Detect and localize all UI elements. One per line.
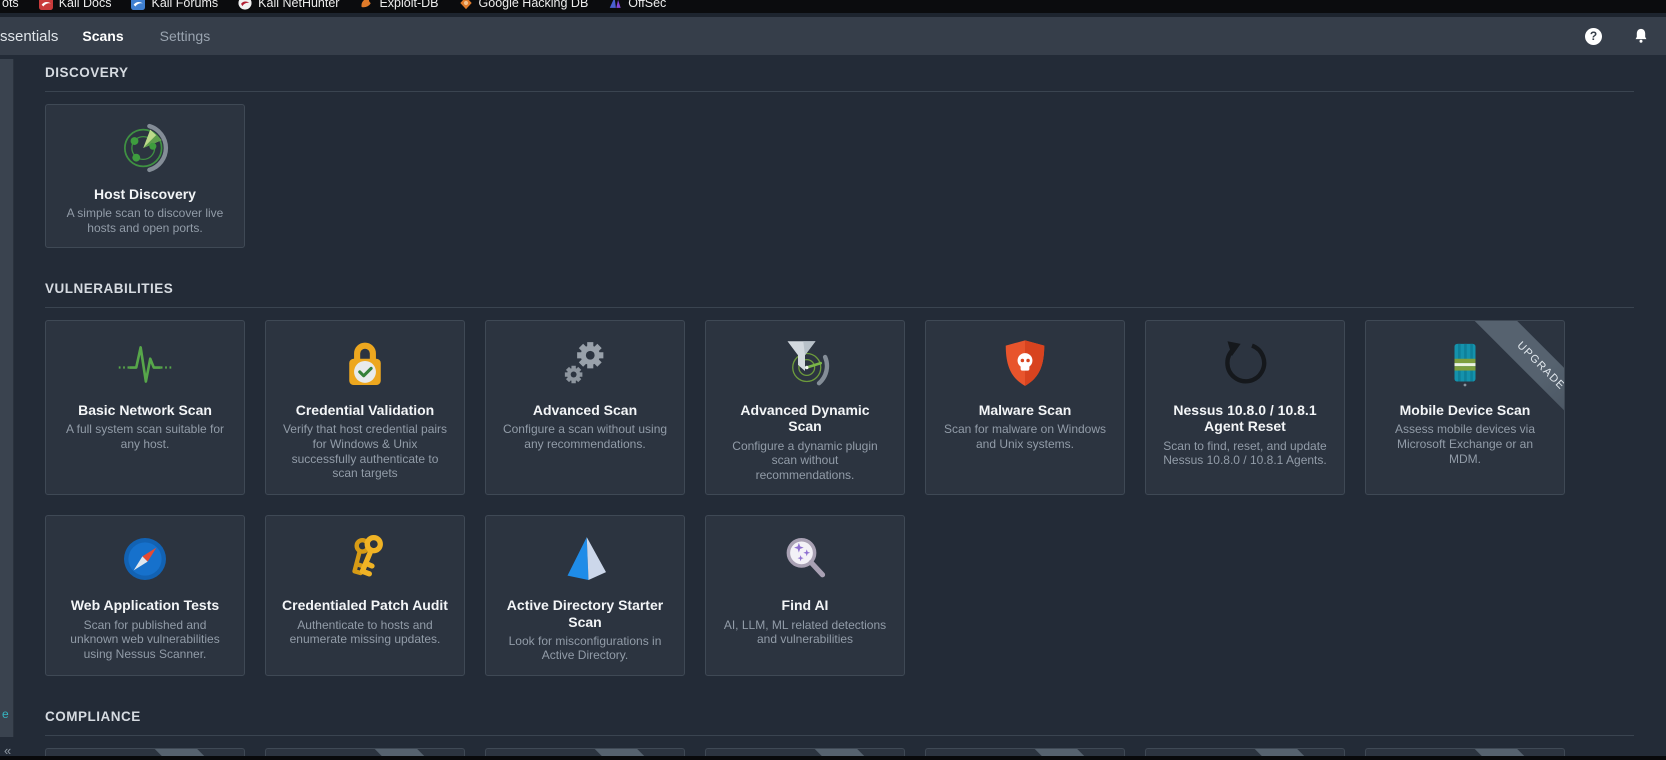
help-icon[interactable]: ?	[1585, 28, 1602, 45]
funnel-radar-icon	[716, 335, 894, 393]
mobile-phone-icon	[1376, 335, 1554, 393]
kali-nethunter-icon	[238, 0, 252, 10]
bookmark-label: Kali Docs	[59, 0, 112, 10]
card-title: Advanced Scan	[496, 402, 674, 418]
section-compliance: COMPLIANCE UPGRADE Audit Cloud Infrastru…	[45, 708, 1634, 760]
radar-icon	[56, 119, 234, 177]
sidebar-link-fragment[interactable]: e	[2, 707, 9, 721]
browser-bookmarks-bar: ots Kali Docs Kali Forums Kali NetHunter…	[0, 0, 1666, 13]
bookmark-label: Exploit-DB	[379, 0, 438, 10]
bookmark-offsec[interactable]: OffSec	[608, 0, 666, 10]
template-card-find-ai[interactable]: Find AI AI, LLM, ML related detections a…	[705, 515, 905, 675]
bookmark-label: ots	[2, 0, 19, 10]
bottom-edge-bar	[0, 756, 1666, 760]
card-title: Credentialed Patch Audit	[276, 597, 454, 613]
card-title: Nessus 10.8.0 / 10.8.1 Agent Reset	[1156, 402, 1334, 434]
bookmark-google-hacking-db[interactable]: Google Hacking DB	[459, 0, 589, 10]
kali-docs-icon	[39, 0, 53, 10]
card-title: Active Directory Starter Scan	[496, 597, 674, 629]
magnifier-sparkles-icon	[716, 530, 894, 588]
card-desc: Configure a dynamic plugin scan without …	[716, 439, 894, 483]
card-title: Find AI	[716, 597, 894, 613]
section-title: COMPLIANCE	[45, 709, 141, 724]
compass-icon	[56, 530, 234, 588]
card-title: Credential Validation	[276, 402, 454, 418]
exploit-db-icon	[359, 0, 373, 10]
bookmark-label: Google Hacking DB	[479, 0, 589, 10]
card-title: Web Application Tests	[56, 597, 234, 613]
template-card-nessus-agent-reset[interactable]: Nessus 10.8.0 / 10.8.1 Agent Reset Scan …	[1145, 320, 1345, 495]
template-card-active-directory-starter-scan[interactable]: Active Directory Starter Scan Look for m…	[485, 515, 685, 675]
brand-fragment: ssentials	[0, 28, 58, 45]
kali-forums-icon	[131, 0, 145, 10]
template-card-advanced-scan[interactable]: Advanced Scan Configure a scan without u…	[485, 320, 685, 495]
template-card-advanced-dynamic-scan[interactable]: Advanced Dynamic Scan Configure a dynami…	[705, 320, 905, 495]
template-card-credential-validation[interactable]: Credential Validation Verify that host c…	[265, 320, 465, 495]
card-desc: Authenticate to hosts and enumerate miss…	[276, 618, 454, 647]
tab-settings[interactable]: Settings	[160, 28, 211, 44]
scan-templates-page: DISCOVERY Host Discovery A simple scan t…	[45, 55, 1634, 760]
reset-arrow-icon	[1156, 335, 1334, 393]
card-desc: Look for misconfigurations in Active Dir…	[496, 634, 674, 663]
template-card-basic-network-scan[interactable]: Basic Network Scan A full system scan su…	[45, 320, 245, 495]
offsec-icon	[608, 0, 622, 10]
shield-skull-icon	[936, 335, 1114, 393]
card-desc: Scan to find, reset, and update Nessus 1…	[1156, 439, 1334, 468]
card-desc: AI, LLM, ML related detections and vulne…	[716, 618, 894, 647]
keys-icon	[276, 530, 454, 588]
template-card-web-application-tests[interactable]: Web Application Tests Scan for published…	[45, 515, 245, 675]
pulse-icon	[56, 335, 234, 393]
bookmark-label: OffSec	[628, 0, 666, 10]
bell-icon[interactable]	[1632, 27, 1650, 45]
card-desc: Configure a scan without using any recom…	[496, 422, 674, 451]
tab-scans[interactable]: Scans	[82, 28, 123, 44]
bookmark-kali-forums[interactable]: Kali Forums	[131, 0, 218, 10]
bookmark-exploit-db[interactable]: Exploit-DB	[359, 0, 438, 10]
card-desc: A full system scan suitable for any host…	[56, 422, 234, 451]
bookmark-kali-tools[interactable]: ots	[2, 0, 19, 10]
section-vulnerabilities: VULNERABILITIES Basic Network Scan A ful…	[45, 280, 1634, 676]
card-title: Malware Scan	[936, 402, 1114, 418]
section-title: VULNERABILITIES	[45, 281, 173, 296]
card-title: Host Discovery	[56, 186, 234, 202]
card-desc: A simple scan to discover live hosts and…	[56, 206, 234, 235]
template-card-host-discovery[interactable]: Host Discovery A simple scan to discover…	[45, 104, 245, 248]
collapsed-sidebar-edge: e	[0, 59, 14, 737]
gears-icon	[496, 335, 674, 393]
card-desc: Scan for published and unknown web vulne…	[56, 618, 234, 662]
google-hacking-db-icon	[459, 0, 473, 10]
card-desc: Assess mobile devices via Microsoft Exch…	[1376, 422, 1554, 466]
lock-check-icon	[276, 335, 454, 393]
template-card-mobile-device-scan[interactable]: UPGRADE Mobile Device Scan Assess mobile…	[1365, 320, 1565, 495]
bookmark-kali-docs[interactable]: Kali Docs	[39, 0, 112, 10]
section-title: DISCOVERY	[45, 65, 129, 80]
card-title: Mobile Device Scan	[1376, 402, 1554, 418]
app-navbar: ssentials Scans Settings ?	[0, 13, 1666, 55]
bookmark-label: Kali NetHunter	[258, 0, 339, 10]
card-title: Advanced Dynamic Scan	[716, 402, 894, 434]
pyramid-icon	[496, 530, 674, 588]
card-desc: Verify that host credential pairs for Wi…	[276, 422, 454, 481]
bookmark-label: Kali Forums	[151, 0, 218, 10]
bookmark-kali-nethunter[interactable]: Kali NetHunter	[238, 0, 339, 10]
card-desc: Scan for malware on Windows and Unix sys…	[936, 422, 1114, 451]
template-card-credentialed-patch-audit[interactable]: Credentialed Patch Audit Authenticate to…	[265, 515, 465, 675]
nav-tabs: Scans Settings	[82, 28, 210, 44]
template-card-malware-scan[interactable]: Malware Scan Scan for malware on Windows…	[925, 320, 1125, 495]
section-discovery: DISCOVERY Host Discovery A simple scan t…	[45, 64, 1634, 248]
card-title: Basic Network Scan	[56, 402, 234, 418]
